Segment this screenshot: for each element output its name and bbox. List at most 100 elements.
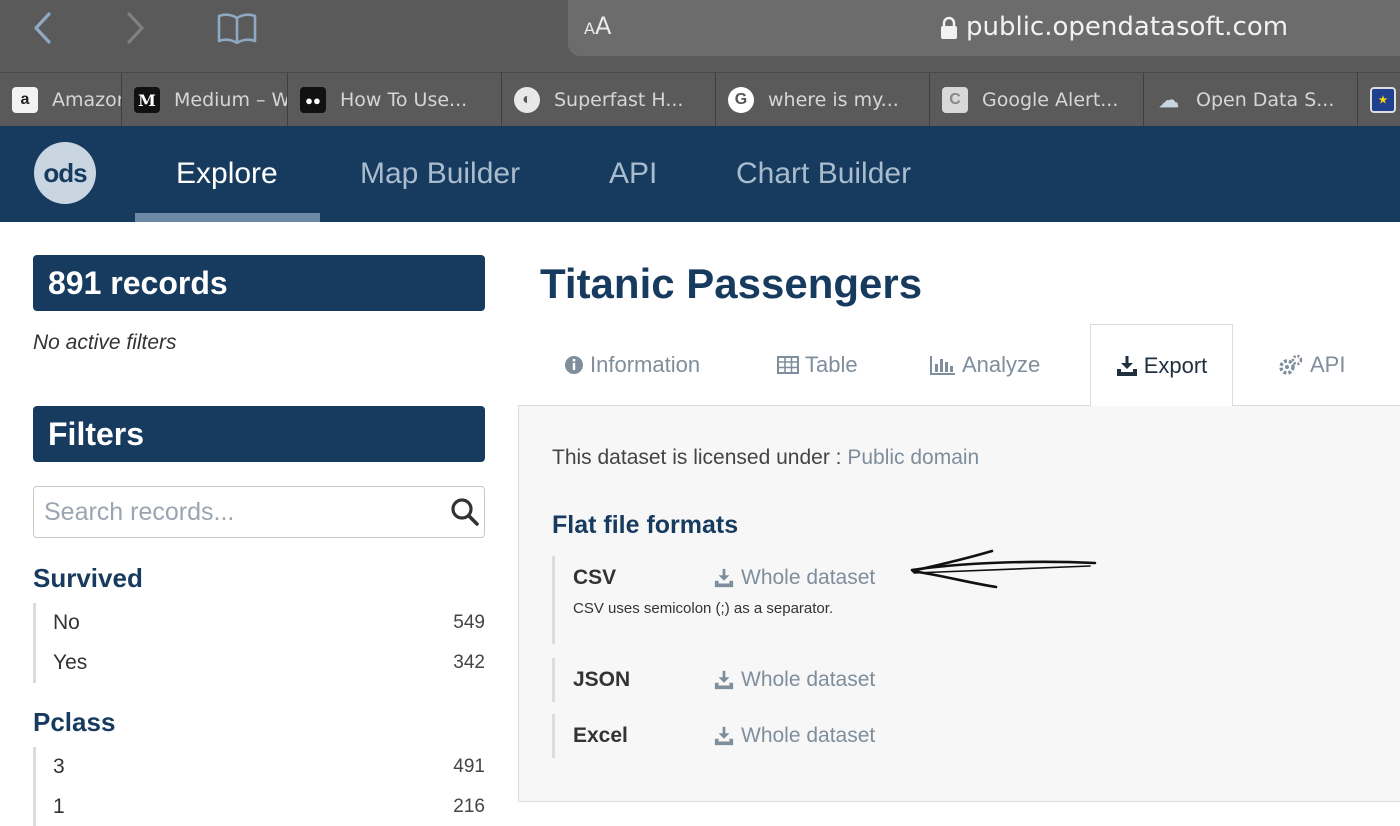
license-prefix: This dataset is licensed under : — [552, 446, 848, 469]
url-text: public.opendatasoft.com — [966, 12, 1289, 42]
tab-api[interactable]: API — [609, 126, 657, 222]
excel-download-link[interactable]: Whole dataset — [713, 724, 875, 748]
bookmarks-button[interactable] — [214, 8, 260, 48]
format-name: CSV — [573, 566, 617, 589]
download-icon — [714, 568, 734, 588]
dataset-title: Titanic Passengers — [540, 260, 923, 307]
download-icon — [714, 726, 734, 746]
bookmark-medium[interactable]: M Medium – W — [122, 73, 288, 127]
download-icon — [714, 670, 734, 690]
facet-item[interactable]: No 549 — [36, 603, 485, 643]
facet-title-survived: Survived — [33, 563, 143, 593]
bookmark-open-data[interactable]: ☁ Open Data S... — [1144, 73, 1358, 127]
facet-item[interactable]: 1 216 — [36, 787, 485, 826]
cloud-icon: ☁ — [1159, 89, 1179, 112]
filters-heading: Filters — [33, 406, 485, 462]
eu-flag-icon: ★ — [1370, 87, 1396, 113]
bar-chart-icon — [930, 356, 955, 375]
superfast-icon: ◐ — [514, 87, 540, 113]
format-name: Excel — [573, 724, 628, 747]
tab-api-export[interactable]: API — [1278, 324, 1345, 406]
site-header: ods Explore Map Builder API Chart Builde… — [0, 126, 1400, 222]
address-bar[interactable]: AA public.opendatasoft.com — [568, 0, 1400, 56]
link-label: Whole dataset — [741, 724, 876, 747]
search-box — [33, 486, 485, 538]
chevron-right-icon — [127, 12, 144, 44]
bookmark-superfast[interactable]: ◐ Superfast H... — [502, 73, 716, 127]
flat-file-formats-heading: Flat file formats — [552, 511, 739, 539]
facet-label: No — [53, 611, 80, 634]
link-label: Whole dataset — [741, 668, 876, 691]
bookmarks-bar: a Amazon M Medium – W ●● How To Use... ◐… — [0, 72, 1400, 127]
facet-label: 1 — [53, 795, 65, 818]
download-icon — [1116, 355, 1137, 376]
tab-export[interactable]: Export — [1090, 324, 1233, 406]
book-icon — [217, 13, 257, 44]
license-link[interactable]: Public domain — [847, 446, 979, 469]
bookmark-label: How To Use... — [340, 89, 468, 111]
facet-count: 216 — [453, 796, 485, 817]
hand-drawn-arrow — [910, 549, 1097, 589]
amazon-icon: a — [12, 87, 38, 113]
gears-icon — [1279, 354, 1303, 375]
text-size-button[interactable]: AA — [584, 12, 611, 40]
format-excel: Excel Whole dataset — [552, 714, 1052, 758]
csv-separator-note: CSV uses semicolon (;) as a separator. — [573, 600, 834, 617]
bookmark-label: Superfast H... — [554, 89, 684, 111]
tab-analyze[interactable]: Analyze — [930, 324, 1040, 406]
medium-icon: M — [134, 87, 160, 113]
bookmark-label: where is my... — [768, 89, 899, 111]
tab-map-builder[interactable]: Map Builder — [360, 126, 520, 222]
facet-title-pclass: Pclass — [33, 707, 116, 737]
facet-label: Yes — [53, 651, 88, 674]
bookmark-label: Medium – W — [174, 89, 288, 111]
ods-logo[interactable]: ods — [34, 142, 96, 204]
tab-label: Information — [590, 352, 701, 377]
active-filters-text: No active filters — [33, 331, 177, 354]
tab-information[interactable]: Information — [564, 324, 700, 406]
csv-download-link[interactable]: Whole dataset — [713, 566, 875, 590]
tab-table[interactable]: Table — [777, 324, 858, 406]
tab-label: Analyze — [962, 352, 1041, 377]
facet-count: 549 — [453, 612, 485, 633]
tab-label: Table — [805, 352, 858, 377]
google-icon: G — [728, 87, 754, 113]
bookmark-how-to-use[interactable]: ●● How To Use... — [288, 73, 502, 127]
tab-label: API — [1310, 352, 1346, 377]
tab-chart-builder[interactable]: Chart Builder — [736, 126, 911, 222]
tab-explore[interactable]: Explore — [176, 126, 278, 222]
bookmark-label: Google Alert... — [982, 89, 1119, 111]
link-label: Whole dataset — [741, 566, 876, 589]
facet-count: 342 — [453, 652, 485, 673]
info-icon — [565, 356, 583, 374]
json-download-link[interactable]: Whole dataset — [713, 668, 875, 692]
chevron-left-icon — [34, 12, 51, 44]
bookmark-google-alerts[interactable]: C Google Alert... — [930, 73, 1144, 127]
license-line: This dataset is licensed under : Public … — [552, 446, 979, 470]
tab-label: Export — [1143, 352, 1208, 378]
search-input[interactable] — [34, 487, 434, 537]
back-button[interactable] — [22, 8, 62, 48]
format-json: JSON Whole dataset — [552, 658, 1052, 702]
facet-item[interactable]: 3 491 — [36, 747, 485, 787]
bookmark-overflow[interactable]: ★ — [1358, 73, 1400, 127]
bookmark-where-is-my[interactable]: G where is my... — [716, 73, 930, 127]
facet-label: 3 — [53, 755, 65, 778]
bookmark-label: Open Data S... — [1196, 89, 1335, 111]
active-tab-indicator — [135, 213, 320, 222]
bookmark-label: Amazon — [52, 89, 122, 111]
table-icon — [777, 356, 799, 374]
search-icon[interactable] — [450, 497, 480, 527]
bookmark-amazon[interactable]: a Amazon — [0, 73, 122, 127]
format-name: JSON — [573, 668, 631, 691]
facet-list-pclass: 3 491 1 216 — [33, 747, 485, 826]
lock-icon — [941, 16, 957, 39]
forward-button[interactable] — [116, 8, 156, 48]
browser-toolbar: AA public.opendatasoft.com — [0, 0, 1400, 72]
facet-item[interactable]: Yes 342 — [36, 643, 485, 683]
facet-list-survived: No 549 Yes 342 — [33, 603, 485, 683]
medium-dots-icon: ●● — [300, 87, 326, 113]
facet-count: 491 — [453, 756, 485, 777]
records-count: 891 records — [33, 255, 485, 311]
google-alerts-icon: C — [942, 87, 968, 113]
